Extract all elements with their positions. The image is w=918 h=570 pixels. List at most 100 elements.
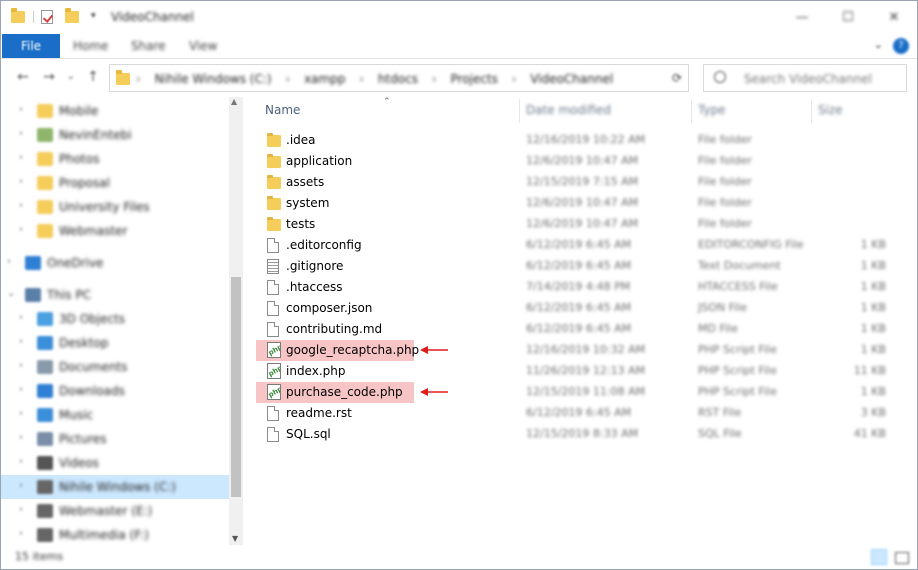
column-header-name[interactable]: Name [265, 103, 300, 117]
chevron-right-icon[interactable]: › [19, 336, 23, 347]
column-divider[interactable] [691, 99, 692, 123]
table-row[interactable]: readme.rst 6/12/2019 6:45 AM RST File 3 KB [243, 403, 917, 424]
tab-file[interactable]: File [2, 34, 60, 58]
nav-scrollbar-thumb[interactable] [231, 277, 241, 497]
sidebar-item[interactable]: › Mobile [1, 99, 229, 123]
chevron-right-icon[interactable]: › [19, 432, 23, 443]
sidebar-item[interactable]: › 3D Objects [1, 307, 229, 331]
tab-share[interactable]: Share [131, 39, 166, 53]
chevron-right-icon[interactable]: › [19, 480, 23, 491]
file-date: 12/6/2019 10:47 AM [526, 196, 639, 209]
sidebar-item[interactable]: › Music [1, 403, 229, 427]
table-row[interactable]: php purchase_code.php 12/15/2019 11:08 AM P… [243, 382, 917, 403]
column-header-size[interactable]: Size [818, 103, 843, 117]
chevron-right-icon[interactable]: › [7, 256, 11, 267]
column-divider[interactable] [519, 99, 520, 123]
sidebar-item[interactable]: › Videos [1, 451, 229, 475]
folder-icon [267, 154, 281, 168]
chevron-right-icon[interactable]: › [19, 128, 23, 139]
table-row[interactable]: system 12/6/2019 10:47 AM File folder [243, 193, 917, 214]
table-row[interactable]: tests 12/6/2019 10:47 AM File folder [243, 214, 917, 235]
new-folder-icon[interactable] [65, 8, 79, 25]
chevron-right-icon[interactable]: › [19, 408, 23, 419]
chevron-right-icon[interactable]: › [19, 200, 23, 211]
table-row[interactable]: php index.php 11/26/2019 12:13 AM PHP Scrip… [243, 361, 917, 382]
table-row[interactable]: .htaccess 7/14/2019 4:48 PM HTACCESS File 1… [243, 277, 917, 298]
column-divider[interactable] [811, 99, 812, 123]
column-header-date[interactable]: Date modified [526, 103, 611, 117]
chevron-right-icon[interactable]: › [19, 504, 23, 515]
help-icon[interactable]: ? [893, 38, 909, 54]
chevron-right-icon[interactable]: › [19, 528, 23, 539]
sidebar-item[interactable]: › Nihile Windows (C:) [1, 475, 229, 499]
breadcrumb-xampp[interactable]: xampp [304, 72, 345, 86]
quick-access-dropdown-icon[interactable]: ▾ [91, 11, 96, 21]
table-row[interactable]: application 12/6/2019 10:47 AM File folder [243, 151, 917, 172]
nav-scrollbar[interactable]: ▲ ▼ [229, 97, 243, 545]
large-icons-view-icon[interactable] [893, 549, 909, 565]
minimize-button[interactable]: — [779, 1, 825, 33]
address-row: ← → ⌄ ↑ › Nihile Windows (C:) › xampp › … [1, 59, 917, 97]
sidebar-item[interactable]: › NevinEntebi [1, 123, 229, 147]
sidebar-item[interactable]: › University Files [1, 195, 229, 219]
sidebar-item[interactable]: › Proposal [1, 171, 229, 195]
sidebar-item[interactable]: › Pictures [1, 427, 229, 451]
file-date: 12/6/2019 10:47 AM [526, 217, 639, 230]
chevron-down-icon[interactable]: ⌄ [7, 288, 15, 299]
search-input[interactable]: Search VideoChannel [703, 64, 907, 92]
scroll-up-icon[interactable]: ▲ [231, 97, 237, 106]
chevron-right-icon[interactable]: › [19, 152, 23, 163]
scroll-down-icon[interactable]: ▼ [232, 534, 238, 543]
table-row[interactable]: .idea 12/16/2019 10:22 AM File folder [243, 130, 917, 151]
sidebar-item[interactable]: › Webmaster (E:) [1, 499, 229, 523]
breadcrumb-htdocs[interactable]: htdocs [378, 72, 418, 86]
tab-view[interactable]: View [189, 39, 217, 53]
php-file-icon: php [267, 342, 281, 358]
table-row[interactable]: .gitignore 6/12/2019 6:45 AM Text Document… [243, 256, 917, 277]
sidebar-item[interactable]: › Webmaster [1, 219, 229, 243]
recent-locations-icon[interactable]: ⌄ [63, 69, 79, 85]
table-row[interactable]: composer.json 6/12/2019 6:45 AM JSON File 1… [243, 298, 917, 319]
folder-icon [37, 480, 53, 494]
sidebar-item-label: University Files [59, 200, 150, 214]
breadcrumb-drive[interactable]: Nihile Windows (C:) [155, 72, 272, 86]
back-icon[interactable]: ← [15, 69, 31, 85]
close-button[interactable]: ✕ [871, 1, 917, 33]
chevron-right-icon[interactable]: › [19, 312, 23, 323]
chevron-right-icon[interactable]: › [19, 176, 23, 187]
address-bar[interactable]: › Nihile Windows (C:) › xampp › htdocs ›… [109, 64, 768, 92]
sidebar-item[interactable]: › Multimedia (F:) [1, 523, 229, 545]
sidebar-item[interactable]: › OneDrive [1, 251, 229, 275]
expand-ribbon-icon[interactable]: ⌄ [874, 38, 883, 51]
sidebar-item[interactable]: › Documents [1, 355, 229, 379]
chevron-right-icon[interactable]: › [19, 360, 23, 371]
maximize-button[interactable]: ☐ [825, 1, 871, 33]
table-row[interactable]: php google_recaptcha.php 12/16/2019 10:32 … [243, 340, 917, 361]
folder-icon[interactable] [11, 8, 25, 25]
sidebar-item[interactable]: › Desktop [1, 331, 229, 355]
file-date: 12/15/2019 7:15 AM [526, 175, 639, 188]
column-header-type[interactable]: Type [698, 103, 726, 117]
tab-home[interactable]: Home [73, 39, 108, 53]
table-row[interactable]: assets 12/15/2019 7:15 AM File folder [243, 172, 917, 193]
table-row[interactable]: contributing.md 6/12/2019 6:45 AM MD File 1… [243, 319, 917, 340]
breadcrumb-videochannel[interactable]: VideoChannel [530, 72, 613, 86]
sidebar-item[interactable]: › Downloads [1, 379, 229, 403]
refresh-icon[interactable]: ⟳ [669, 71, 685, 87]
sidebar-item[interactable]: ⌄ This PC [1, 283, 229, 307]
breadcrumb-projects[interactable]: Projects [451, 72, 498, 86]
chevron-right-icon[interactable]: › [19, 104, 23, 115]
forward-icon[interactable]: → [41, 69, 57, 85]
table-row[interactable]: .editorconfig 6/12/2019 6:45 AM EDITORCONF… [243, 235, 917, 256]
file-date: 7/14/2019 4:48 PM [526, 280, 631, 293]
chevron-right-icon[interactable]: › [19, 384, 23, 395]
details-view-icon[interactable] [871, 549, 887, 565]
folder-icon [267, 217, 281, 231]
up-icon[interactable]: ↑ [85, 69, 101, 85]
chevron-right-icon[interactable]: › [19, 456, 23, 467]
sidebar-item-label: 3D Objects [59, 312, 126, 326]
properties-icon[interactable] [41, 9, 53, 25]
chevron-right-icon[interactable]: › [19, 224, 23, 235]
table-row[interactable]: SQL.sql 12/15/2019 8:33 AM SQL File 41 KB [243, 424, 917, 445]
sidebar-item[interactable]: › Photos [1, 147, 229, 171]
